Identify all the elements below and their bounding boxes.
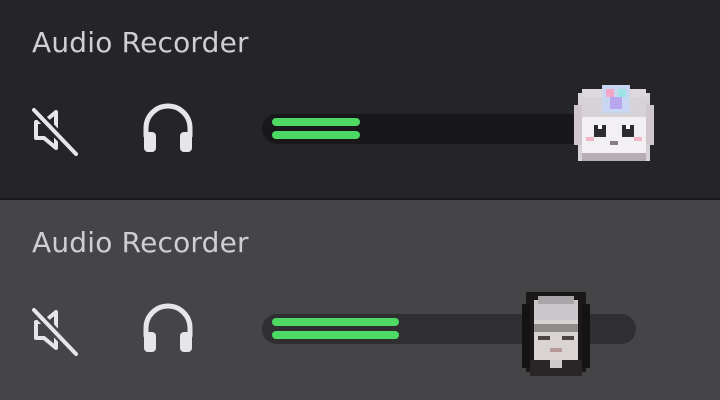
pixel-cat-avatar xyxy=(574,85,654,161)
level-bar-right xyxy=(272,331,399,339)
headphones-icon xyxy=(143,303,193,352)
speaker-muted-icon xyxy=(29,105,81,158)
audio-level-fill xyxy=(272,118,360,140)
panel-title: Audio Recorder xyxy=(32,26,249,59)
mute-toggle-button[interactable] xyxy=(22,98,86,162)
panel-title: Audio Recorder xyxy=(32,226,249,259)
audio-recorder-panel-2: Audio Recorder xyxy=(0,200,720,400)
headphones-toggle-button[interactable] xyxy=(136,96,200,160)
pixel-person-avatar xyxy=(522,292,590,376)
speaker-muted-icon xyxy=(29,305,81,358)
audio-level-fill xyxy=(272,318,399,340)
level-bar-right xyxy=(272,131,360,139)
mute-toggle-button[interactable] xyxy=(22,298,86,362)
level-bar-left xyxy=(272,318,399,326)
headphones-icon xyxy=(143,103,193,152)
audio-recorder-panel-1: Audio Recorder xyxy=(0,0,720,200)
level-bar-left xyxy=(272,118,360,126)
headphones-toggle-button[interactable] xyxy=(136,296,200,360)
